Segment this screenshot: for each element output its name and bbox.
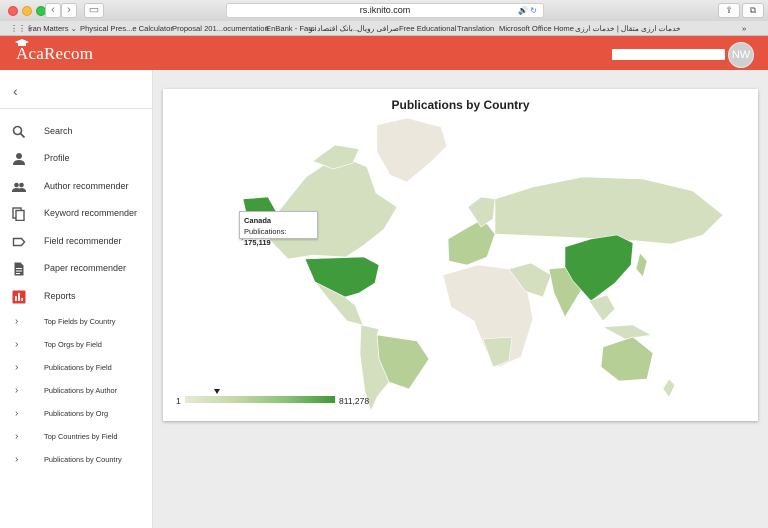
sidebar-item-paper-recommender[interactable]: Paper recommender [0,259,153,279]
avatar[interactable]: NW [728,42,754,68]
country-europe[interactable] [447,218,496,266]
chevron-right-icon: › [15,339,19,350]
sidebar-item-label: Reports [44,291,76,301]
bookmark-item[interactable]: Proposal 201...ocumentation [172,24,269,33]
sidebar-item-label: Search [44,126,73,136]
bookmark-item[interactable]: Microsoft Office Home [499,24,574,33]
sidebar-item-keyword-recommender[interactable]: Keyword recommender [0,204,153,224]
report-publications-by-author[interactable]: › Publications by Author [0,383,153,399]
bookmarks-bar: ⋮⋮⋮ Iran Matters ⌄ Physical Pres...e Cal… [0,21,768,36]
country-australia[interactable] [600,336,654,382]
people-icon [12,182,26,192]
tooltip-value-line: Publications: 175,119 [244,226,313,248]
legend-max: 811,278 [339,396,370,406]
country-new-zealand[interactable] [662,378,676,398]
country-scandinavia[interactable] [467,196,496,228]
bookmark-item[interactable]: Free Educational [399,24,456,33]
address-text: rs.iknito.com [359,5,411,15]
copy-icon [12,207,25,221]
sidebar-item-label: Field recommender [44,236,122,246]
window-close-button[interactable] [8,6,18,16]
bookmark-item[interactable]: Translation [457,24,494,33]
window-minimize-button[interactable] [22,6,32,16]
sidebar-item-label: Paper recommender [44,263,127,273]
sidebar-item-profile[interactable]: Profile [0,149,153,169]
country-greenland[interactable] [376,117,448,183]
sidebar-header: ‹ [0,70,152,109]
report-top-countries-by-field[interactable]: › Top Countries by Field [0,429,153,445]
search-icon [12,125,26,139]
report-label: Top Countries by Field [44,432,118,441]
tooltip-country: Canada [244,216,272,225]
country-united-states[interactable] [304,256,380,298]
share-icon[interactable]: ⇪ [718,3,740,18]
graduation-cap-icon [15,39,29,46]
bar-chart-icon [12,290,26,304]
chevron-right-icon: › [15,431,19,442]
sidebar-item-label: Profile [44,153,70,163]
country-japan[interactable] [635,252,648,278]
forward-button[interactable]: › [61,3,77,18]
legend-marker-icon [214,389,220,394]
report-label: Publications by Author [44,386,118,395]
bookmark-item[interactable]: خدمات ارزی متقال | خدمات ارزی [575,24,681,33]
report-label: Publications by Country [44,455,122,464]
sidebar-item-author-recommender[interactable]: Author recommender [0,177,153,197]
report-label: Top Fields by Country [44,317,116,326]
sidebar: ‹ Search Profile Author recommender Keyw… [0,70,153,528]
report-label: Top Orgs by Field [44,340,102,349]
sidebar-toggle-icon[interactable]: ▭ [84,3,104,18]
address-bar[interactable]: rs.iknito.com 🔊 ↻ [226,3,544,18]
sidebar-item-label: Keyword recommender [44,208,138,218]
country-russia[interactable] [494,176,724,245]
bookmark-item[interactable]: بانک اقتصاد نو... [309,24,359,33]
legend-min: 1 [176,396,181,406]
app-logo[interactable]: AcaRecom [15,39,93,64]
back-button[interactable]: ‹ [45,3,61,18]
bookmark-item[interactable]: صرافی رویال [357,24,399,33]
tabs-icon[interactable]: ⧉ [742,3,764,18]
report-top-fields-by-country[interactable]: › Top Fields by Country [0,314,153,330]
world-map[interactable] [163,89,758,421]
sidebar-item-label: Author recommender [44,181,129,191]
sidebar-item-reports[interactable]: Reports [0,287,153,307]
report-label: Publications by Field [44,363,112,372]
chevron-right-icon: › [15,408,19,419]
browser-toolbar: ‹ › ▭ rs.iknito.com 🔊 ↻ ⇪ ⧉ [0,0,768,21]
map-card: Publications by Country 1 [163,89,758,421]
report-label: Publications by Org [44,409,109,418]
report-publications-by-country[interactable]: › Publications by Country [0,452,153,468]
report-publications-by-field[interactable]: › Publications by Field [0,360,153,376]
bookmark-item[interactable]: Physical Pres...e Calculator [80,24,173,33]
label-icon [12,237,26,247]
reload-icon[interactable]: 🔊 ↻ [518,4,537,17]
country-indonesia[interactable] [601,324,652,340]
tooltip-value: 175,119 [244,238,271,247]
sidebar-item-search[interactable]: Search [0,122,153,142]
report-publications-by-org[interactable]: › Publications by Org [0,406,153,422]
sidebar-item-field-recommender[interactable]: Field recommender [0,232,153,252]
more-bookmarks-icon[interactable]: » [742,24,746,33]
app-header: AcaRecom [0,36,768,70]
search-input[interactable] [612,49,725,60]
report-top-orgs-by-field[interactable]: › Top Orgs by Field [0,337,153,353]
map-tooltip: Canada Publications: 175,119 [239,211,318,247]
chevron-right-icon: › [15,385,19,396]
legend-gradient [185,396,335,403]
document-icon [14,262,24,276]
chevron-right-icon: › [15,362,19,373]
bookmark-item[interactable]: Iran Matters ⌄ [28,24,77,33]
chevron-right-icon: › [15,454,19,465]
person-icon [13,153,25,165]
chevron-left-icon[interactable]: ‹ [13,83,18,99]
chevron-right-icon: › [15,316,19,327]
tooltip-label: Publications: [244,227,287,236]
